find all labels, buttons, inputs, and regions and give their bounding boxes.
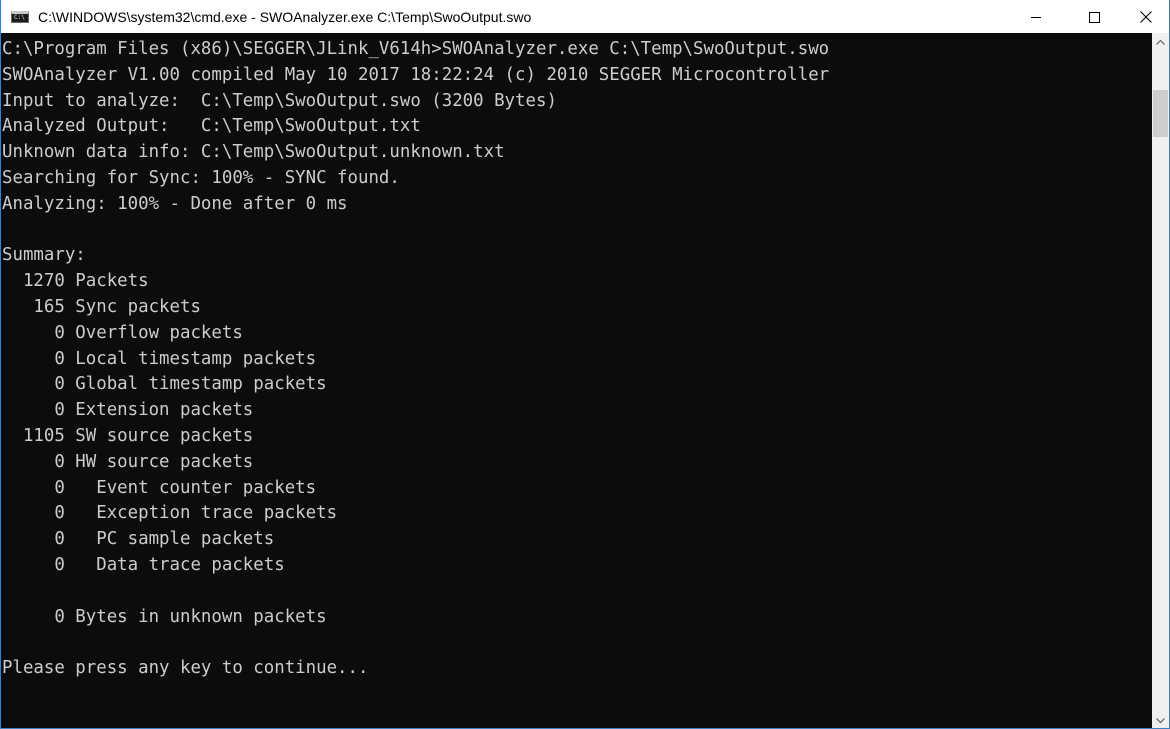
console-line: 0 Global timestamp packets: [2, 374, 327, 395]
close-button[interactable]: [1123, 0, 1169, 33]
console-line: Analyzed Output: C:\Temp\SwoOutput.txt: [2, 116, 421, 137]
caption-buttons: [1013, 0, 1169, 33]
console-line: 0 Data trace packets: [2, 554, 285, 575]
console-line: Please press any key to continue...: [2, 658, 369, 679]
console-line: 0 Local timestamp packets: [2, 348, 317, 369]
maximize-button[interactable]: [1071, 0, 1117, 33]
scroll-thumb[interactable]: [1153, 90, 1168, 137]
scroll-down-button[interactable]: [1152, 712, 1169, 728]
cmd-console-icon[interactable]: C:\: [11, 10, 29, 23]
scroll-up-arrow-icon: [1156, 39, 1165, 45]
minimize-button[interactable]: [1013, 0, 1059, 33]
console-line: 0 Exception trace packets: [2, 503, 338, 524]
window-title: C:\WINDOWS\system32\cmd.exe - SWOAnalyze…: [38, 8, 532, 25]
console-line: 1270 Packets: [2, 271, 149, 292]
console-line: SWOAnalyzer V1.00 compiled May 10 2017 1…: [2, 64, 830, 85]
console-line: Analyzing: 100% - Done after 0 ms: [2, 193, 348, 214]
console-window: C:\ C:\WINDOWS\system32\cmd.exe - SWOAna…: [0, 0, 1170, 729]
maximize-icon: [1089, 11, 1100, 23]
console-line: Input to analyze: C:\Temp\SwoOutput.swo …: [2, 90, 557, 111]
close-icon: [1140, 10, 1152, 23]
vertical-scrollbar[interactable]: [1152, 33, 1169, 728]
console-output[interactable]: C:\Program Files (x86)\SEGGER\JLink_V614…: [1, 33, 1152, 728]
console-line: Searching for Sync: 100% - SYNC found.: [2, 167, 400, 188]
console-line: 0 Extension packets: [2, 400, 254, 421]
console-line: 0 Event counter packets: [2, 477, 317, 498]
minimize-icon: [1031, 16, 1041, 18]
scroll-up-button[interactable]: [1152, 33, 1169, 50]
console-line: 0 Overflow packets: [2, 322, 243, 343]
console-line: Summary:: [2, 245, 86, 266]
console-line: 165 Sync packets: [2, 296, 201, 317]
console-text: C:\Program Files (x86)\SEGGER\JLink_V614…: [1, 33, 1152, 682]
console-line: 0 PC sample packets: [2, 529, 275, 550]
console-line: 1105 SW source packets: [2, 425, 254, 446]
app-icon-text: C:\: [14, 13, 25, 21]
console-line: 0 HW source packets: [2, 451, 254, 472]
console-line: C:\Program Files (x86)\SEGGER\JLink_V614…: [2, 39, 830, 59]
console-line: Unknown data info: C:\Temp\SwoOutput.unk…: [2, 142, 505, 163]
title-bar[interactable]: C:\ C:\WINDOWS\system32\cmd.exe - SWOAna…: [1, 0, 1169, 33]
scroll-down-arrow-icon: [1156, 717, 1165, 723]
console-line: 0 Bytes in unknown packets: [2, 606, 327, 627]
